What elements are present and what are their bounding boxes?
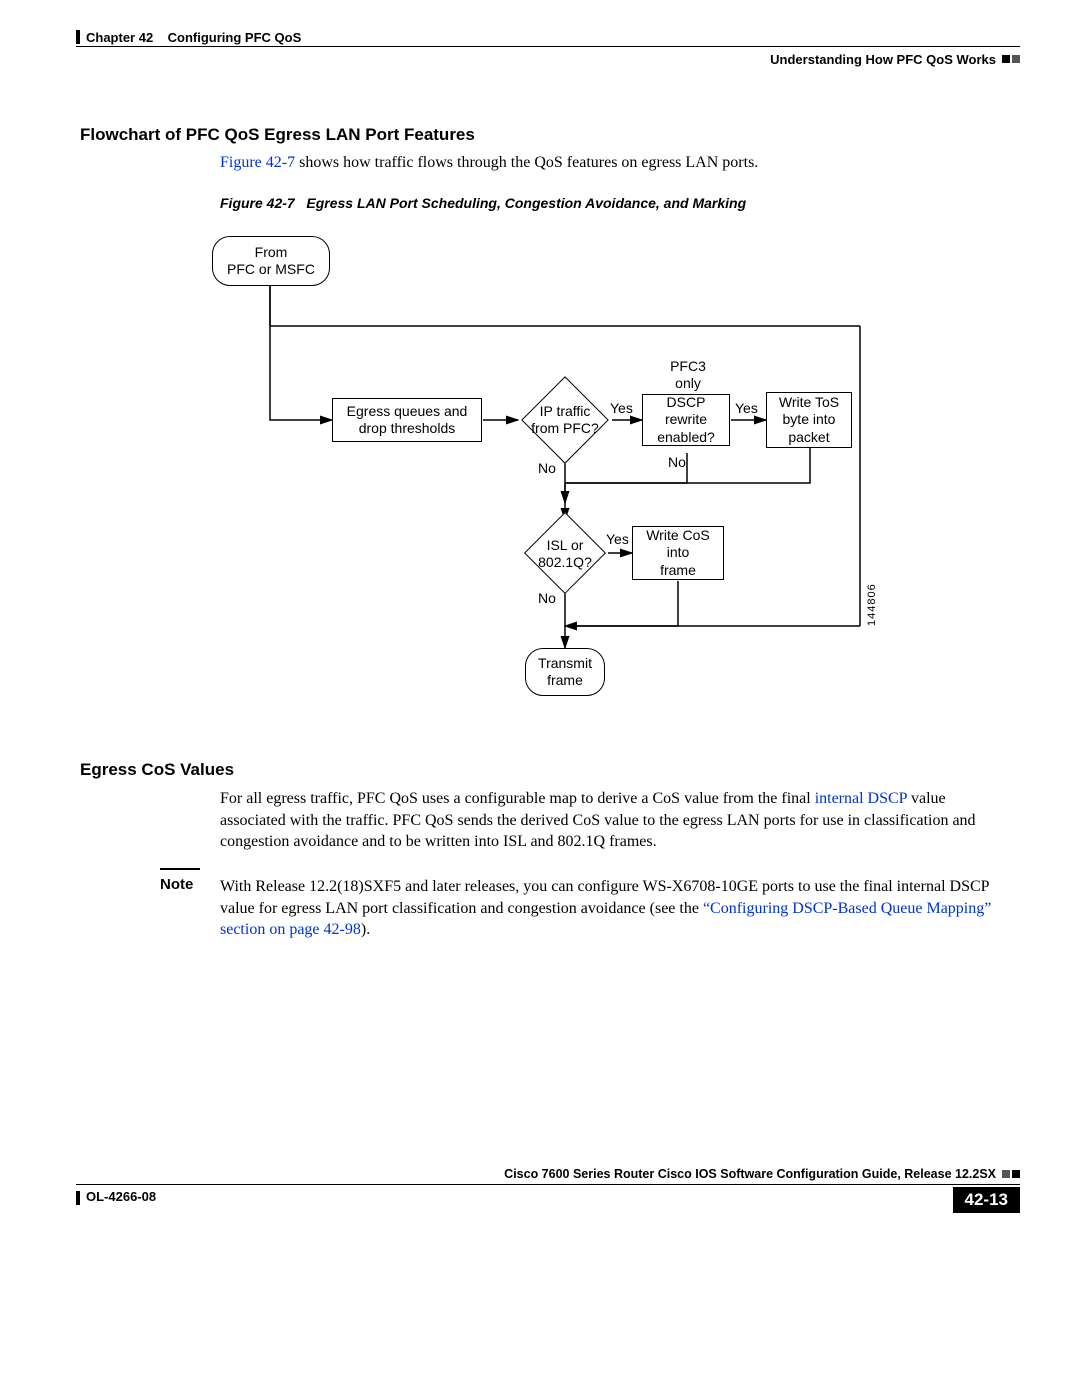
figure-ref-link[interactable]: Figure 42-7: [220, 154, 295, 171]
figure-caption: Figure 42-7 Egress LAN Port Scheduling, …: [220, 195, 746, 211]
node-transmit: Transmit frame: [525, 648, 605, 696]
node-isl-label: ISL or 802.1Q?: [522, 534, 608, 574]
footer-doc-number: OL-4266-08: [86, 1189, 156, 1204]
note-label: Note: [160, 876, 193, 893]
node-egress-queues: Egress queues and drop thresholds: [332, 398, 482, 442]
header-left: Chapter 42 Configuring PFC QoS: [86, 30, 301, 45]
intro-rest: shows how traffic flows through the QoS …: [295, 154, 758, 171]
label-no-1: No: [538, 460, 556, 476]
note-text-2: ).: [361, 921, 370, 938]
note-rule: [160, 868, 200, 870]
node-write-tos: Write ToS byte into packet: [766, 392, 852, 448]
label-yes-2: Yes: [735, 400, 758, 416]
header-right-square: [1002, 55, 1010, 63]
header-left-bar: [76, 30, 80, 44]
internal-dscp-link[interactable]: internal DSCP: [815, 790, 907, 807]
egress-cos-paragraph: For all egress traffic, PFC QoS uses a c…: [220, 788, 1010, 853]
label-yes-1: Yes: [610, 400, 633, 416]
footer-book-title: Cisco 7600 Series Router Cisco IOS Softw…: [504, 1167, 996, 1181]
flowchart-diagram: From PFC or MSFC Egress queues and drop …: [200, 228, 920, 728]
node-write-cos: Write CoS into frame: [632, 526, 724, 580]
label-pfc3-only: PFC3 only: [662, 358, 714, 392]
figure-caption-title: Egress LAN Port Scheduling, Congestion A…: [306, 195, 746, 211]
note-paragraph: With Release 12.2(18)SXF5 and later rele…: [220, 876, 1010, 941]
footer-square: [1012, 1170, 1020, 1178]
node-start: From PFC or MSFC: [212, 236, 330, 286]
footer-rule: [76, 1184, 1020, 1185]
footer-square: [1002, 1170, 1010, 1178]
chapter-label: Chapter 42: [86, 30, 153, 45]
page: Chapter 42 Configuring PFC QoS Understan…: [0, 0, 1080, 1397]
header-rule: [76, 46, 1020, 47]
node-ip-traffic-label: IP traffic from PFC?: [520, 400, 610, 440]
node-dscp-rewrite: DSCP rewrite enabled?: [642, 394, 730, 446]
section-heading-egress-cos: Egress CoS Values: [80, 760, 234, 780]
footer-page-number: 42-13: [953, 1187, 1020, 1213]
header-right-square: [1012, 55, 1020, 63]
label-yes-3: Yes: [606, 531, 629, 547]
ecos-lead: For all egress traffic, PFC QoS uses a c…: [220, 790, 815, 807]
footer-left-bar: [76, 1191, 80, 1205]
chapter-title: Configuring PFC QoS: [168, 30, 302, 45]
label-no-3: No: [538, 590, 556, 606]
label-no-2: No: [668, 454, 686, 470]
intro-paragraph: Figure 42-7 shows how traffic flows thro…: [220, 152, 1010, 174]
diagram-image-number: 144806: [866, 583, 878, 626]
section-heading-flowchart: Flowchart of PFC QoS Egress LAN Port Fea…: [80, 125, 475, 145]
figure-caption-label: Figure 42-7: [220, 195, 295, 211]
header-right: Understanding How PFC QoS Works: [770, 52, 996, 67]
